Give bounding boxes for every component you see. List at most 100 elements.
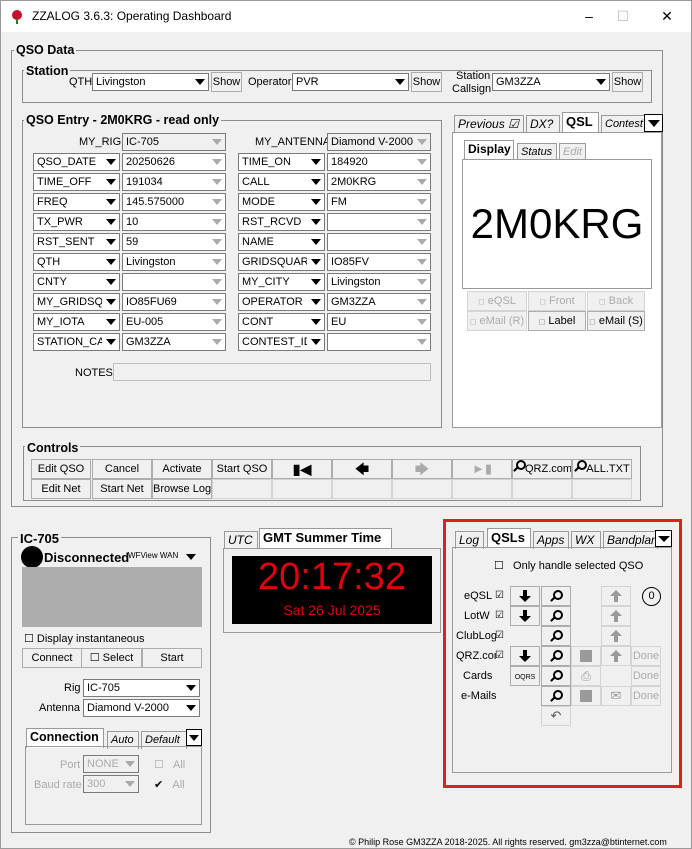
field-name-select[interactable]: OPERATOR bbox=[238, 293, 325, 311]
download-button[interactable] bbox=[510, 606, 540, 626]
antenna-select[interactable]: Diamond V-2000 bbox=[83, 699, 200, 717]
back-image-button[interactable]: ◻ Back bbox=[587, 291, 645, 311]
field-name-select[interactable]: RST_RCVD bbox=[238, 213, 325, 231]
field-name-select[interactable]: MY_GRIDSQ bbox=[33, 293, 120, 311]
field-name-select[interactable]: MY_IOTA bbox=[33, 313, 120, 331]
field-value-input[interactable] bbox=[327, 333, 431, 351]
field-name-select[interactable]: CONT bbox=[238, 313, 325, 331]
field-value-input[interactable] bbox=[122, 273, 226, 291]
field-value-input[interactable]: FM bbox=[327, 193, 431, 211]
tab-previous[interactable]: Previous ☑ bbox=[454, 115, 524, 133]
connect-button[interactable]: Connect bbox=[22, 648, 82, 668]
field-value-input[interactable] bbox=[327, 213, 431, 231]
field-name-select[interactable]: STATION_CA bbox=[33, 333, 120, 351]
activate-button[interactable]: Activate bbox=[152, 459, 212, 479]
field-value-input[interactable]: IO85FU69 bbox=[122, 293, 226, 311]
rig-select[interactable]: IC-705 bbox=[83, 679, 200, 697]
upload-button[interactable] bbox=[601, 646, 631, 666]
spare-button[interactable] bbox=[392, 479, 452, 499]
start-button[interactable]: Start bbox=[142, 648, 202, 668]
field-value-input[interactable]: Livingston bbox=[122, 253, 226, 271]
tab-connection[interactable]: Connection bbox=[26, 728, 104, 748]
field-name-select[interactable]: CONTEST_ID bbox=[238, 333, 325, 351]
field-value-input[interactable]: 191034 bbox=[122, 173, 226, 191]
field-name-select[interactable]: FREQ bbox=[33, 193, 120, 211]
start-net-button[interactable]: Start Net bbox=[92, 479, 152, 499]
field-name-select[interactable]: TIME_OFF bbox=[33, 173, 120, 191]
search-button[interactable] bbox=[541, 646, 571, 666]
field-name-select[interactable]: TX_PWR bbox=[33, 213, 120, 231]
tab-qsls[interactable]: QSLs bbox=[487, 528, 531, 548]
field-value-input[interactable]: GM3ZZA bbox=[327, 293, 431, 311]
show-qth-button[interactable]: Show bbox=[211, 72, 242, 92]
field-name-select[interactable]: MY_CITY bbox=[238, 273, 325, 291]
qrz-lookup-button[interactable]: QRZ.com bbox=[512, 459, 572, 479]
spare-button[interactable] bbox=[512, 479, 572, 499]
my-antenna-field[interactable]: Diamond V-2000 bbox=[327, 133, 431, 151]
tab-dx[interactable]: DX? bbox=[526, 115, 560, 133]
spare-button[interactable] bbox=[212, 479, 272, 499]
notes-field[interactable] bbox=[113, 363, 431, 381]
qth-select[interactable]: Livingston bbox=[92, 73, 209, 91]
done-button[interactable]: Done bbox=[631, 666, 661, 686]
search-button[interactable] bbox=[541, 606, 571, 626]
field-name-select[interactable]: QSO_DATE bbox=[33, 153, 120, 171]
field-value-input[interactable]: IO85FV bbox=[327, 253, 431, 271]
oqrs-button[interactable]: OQRS bbox=[510, 666, 540, 686]
field-name-select[interactable]: CNTY bbox=[33, 273, 120, 291]
field-value-input[interactable]: Livingston bbox=[327, 273, 431, 291]
tab-menu-chevron-down-icon[interactable] bbox=[644, 114, 663, 132]
tab-gmt-summer-time[interactable]: GMT Summer Time bbox=[259, 528, 392, 548]
station-callsign-select[interactable]: GM3ZZA bbox=[492, 73, 610, 91]
qsl-enable-checkbox[interactable]: ☑ bbox=[495, 650, 504, 661]
cancel-button[interactable]: Cancel bbox=[92, 459, 152, 479]
first-record-icon[interactable]: ▮◀ bbox=[272, 459, 332, 479]
field-value-input[interactable]: 2M0KRG bbox=[327, 173, 431, 191]
field-value-input[interactable] bbox=[327, 233, 431, 251]
done-button[interactable]: Done bbox=[631, 646, 661, 666]
all-txt-button[interactable]: ALL.TXT bbox=[572, 459, 632, 479]
browse-log-button[interactable]: Browse Log bbox=[152, 479, 212, 499]
baud-select[interactable]: 300 bbox=[83, 775, 139, 793]
previous-record-icon[interactable]: 🡄 bbox=[332, 459, 392, 479]
spare-button[interactable] bbox=[572, 479, 632, 499]
close-button[interactable]: ✕ bbox=[657, 7, 677, 25]
field-name-select[interactable]: QTH bbox=[33, 253, 120, 271]
print-icon[interactable]: ⎙ bbox=[571, 666, 601, 686]
download-button[interactable] bbox=[510, 586, 540, 606]
next-record-icon[interactable]: 🡆 bbox=[392, 459, 452, 479]
upload-button[interactable] bbox=[601, 606, 631, 626]
qsl-enable-checkbox[interactable]: ☑ bbox=[495, 610, 504, 621]
spare-button[interactable] bbox=[452, 479, 512, 499]
maximize-button[interactable]: ☐ bbox=[613, 7, 633, 25]
spare-button[interactable] bbox=[332, 479, 392, 499]
qsl-enable-checkbox[interactable]: ☑ bbox=[495, 590, 504, 601]
front-image-button[interactable]: ◻ Front bbox=[528, 291, 586, 311]
eqsl-image-button[interactable]: ◻ eQSL bbox=[467, 291, 527, 311]
subtab-display[interactable]: Display bbox=[464, 140, 514, 160]
qsl-enable-checkbox[interactable]: ☑ bbox=[495, 630, 504, 641]
only-selected-checkbox[interactable]: ☐ Only handle selected QSO bbox=[494, 559, 643, 572]
field-name-select[interactable]: GRIDSQUAR bbox=[238, 253, 325, 271]
tab-qsl[interactable]: QSL bbox=[562, 112, 599, 132]
field-name-select[interactable]: RST_SENT bbox=[33, 233, 120, 251]
upload-button[interactable] bbox=[601, 626, 631, 646]
search-button[interactable] bbox=[541, 666, 571, 686]
field-value-input[interactable]: EU bbox=[327, 313, 431, 331]
save-icon[interactable] bbox=[571, 646, 601, 666]
last-record-icon[interactable]: ►▮ bbox=[452, 459, 512, 479]
undo-icon[interactable]: ↶ bbox=[541, 706, 571, 726]
edit-qso-button[interactable]: Edit QSO bbox=[31, 459, 91, 479]
search-button[interactable] bbox=[541, 686, 571, 706]
field-value-input[interactable]: GM3ZZA bbox=[122, 333, 226, 351]
done-button[interactable]: Done bbox=[631, 686, 661, 706]
email-icon[interactable]: ✉ bbox=[601, 686, 631, 706]
spare-button[interactable] bbox=[272, 479, 332, 499]
operator-select[interactable]: PVR bbox=[292, 73, 409, 91]
chevron-down-icon[interactable] bbox=[186, 554, 196, 560]
show-operator-button[interactable]: Show bbox=[411, 72, 442, 92]
field-name-select[interactable]: NAME bbox=[238, 233, 325, 251]
tab-menu-chevron-down-icon[interactable] bbox=[655, 530, 672, 547]
field-name-select[interactable]: MODE bbox=[238, 193, 325, 211]
display-instantaneous-checkbox[interactable]: ☐ Display instantaneous bbox=[24, 632, 145, 645]
